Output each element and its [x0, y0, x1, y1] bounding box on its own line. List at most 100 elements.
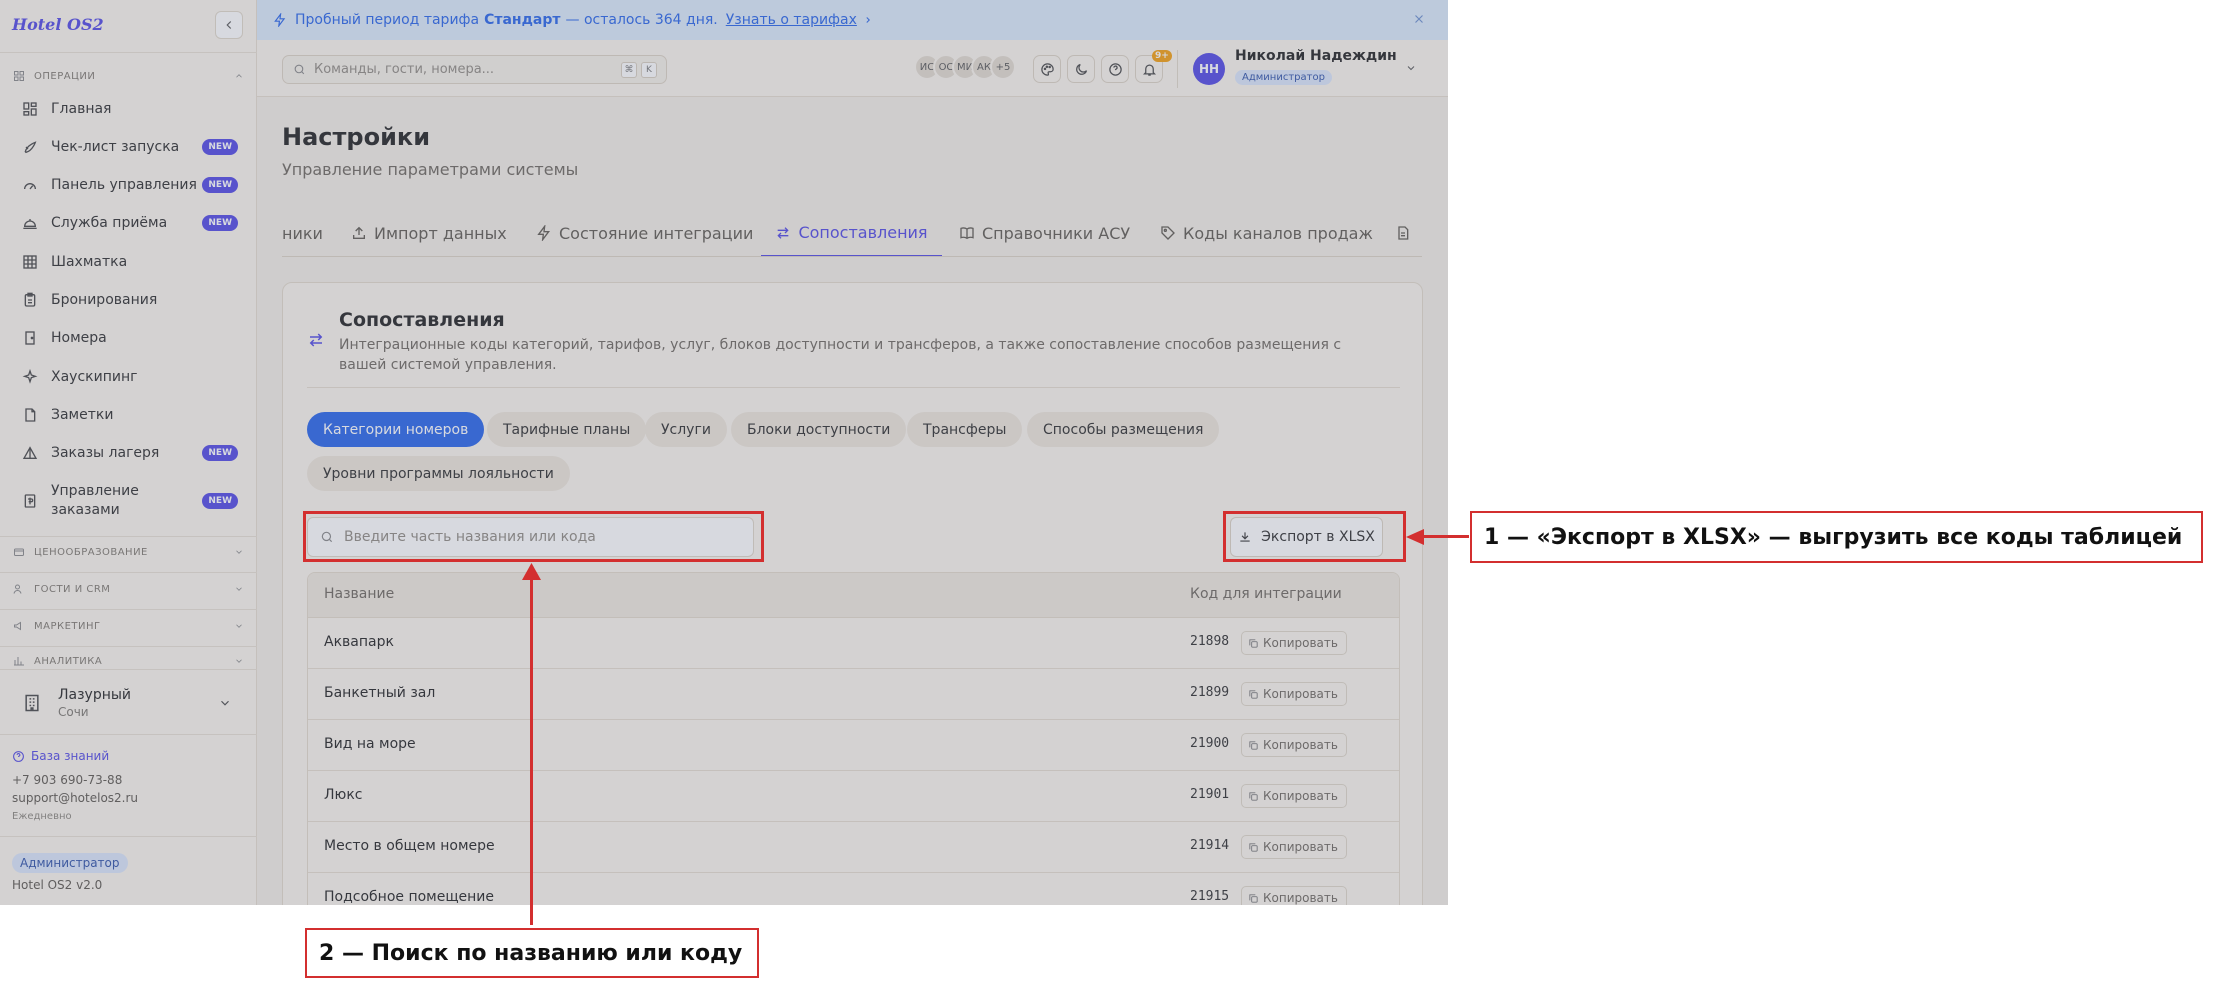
table-row: Аквапарк 21898 Копировать	[308, 618, 1399, 669]
new-badge: NEW	[202, 445, 238, 461]
section-analytics[interactable]: АНАЛИТИКА	[12, 654, 244, 668]
mappings-card: Сопоставления Интеграционные коды катего…	[282, 282, 1423, 905]
hotel-switcher[interactable]: Лазурный Сочи	[12, 680, 244, 726]
online-users[interactable]: ИС ОС МИ АК +5	[914, 54, 1016, 80]
sidebar-item-housekeeping[interactable]: Хаускипинг	[12, 362, 244, 392]
copy-button[interactable]: Копировать	[1241, 835, 1347, 859]
sidebar-item-camp-orders[interactable]: Заказы лагеря NEW	[12, 438, 244, 468]
copy-button[interactable]: Копировать	[1241, 733, 1347, 757]
arrow-left-icon	[1406, 529, 1424, 545]
command-search[interactable]: Команды, гости, номера... ⌘ K	[282, 55, 667, 84]
row-code: 21900	[1190, 736, 1230, 751]
knowledge-base-link[interactable]: База знаний	[12, 749, 109, 763]
new-badge: NEW	[202, 177, 238, 193]
sidebar-item-label: Номера	[51, 329, 107, 346]
sidebar-item-chessboard[interactable]: Шахматка	[12, 247, 244, 277]
hotel-city: Сочи	[58, 705, 89, 719]
app-version: Hotel OS2 v2.0	[12, 878, 103, 892]
copy-button[interactable]: Копировать	[1241, 886, 1347, 905]
new-badge: NEW	[202, 493, 238, 509]
tab-integration-status[interactable]: Состояние интеграции	[536, 210, 753, 256]
row-code: 21915	[1190, 889, 1230, 904]
chevron-up-icon	[234, 71, 244, 81]
tab-sales-channel-codes[interactable]: Коды каналов продаж	[1160, 210, 1373, 256]
sidebar-item-label: Главная	[51, 100, 112, 117]
chip-rate-plans[interactable]: Тарифные планы	[487, 412, 647, 447]
chip-transfers[interactable]: Трансферы	[907, 412, 1023, 447]
row-name: Подсобное помещение	[324, 889, 495, 905]
section-guests-crm[interactable]: ГОСТИ И CRM	[12, 580, 244, 598]
close-icon[interactable]	[1412, 12, 1426, 26]
page-subtitle: Управление параметрами системы	[282, 160, 579, 179]
avatar[interactable]: НН	[1193, 53, 1225, 85]
dark-mode-button[interactable]	[1067, 55, 1095, 83]
column-code-header: Код для интеграции	[1190, 586, 1342, 602]
sidebar-item-bookings[interactable]: Бронирования	[12, 285, 244, 315]
chip-services[interactable]: Услуги	[645, 412, 727, 447]
row-code: 21901	[1190, 787, 1230, 802]
support-phone[interactable]: +7 903 690-73-88	[12, 773, 122, 787]
wallet-icon	[12, 545, 26, 559]
tab-references-truncated[interactable]: ники	[282, 210, 323, 256]
collapse-sidebar-button[interactable]	[215, 11, 243, 39]
copy-icon	[1249, 893, 1258, 903]
brand-logo[interactable]: Hotel OS2	[12, 15, 104, 34]
notifications-button[interactable]: 9+	[1135, 50, 1172, 83]
users-icon	[12, 582, 26, 596]
chip-accommodation-types[interactable]: Способы размещения	[1027, 412, 1220, 447]
sidebar-item-label: Заказы лагеря	[51, 444, 160, 461]
search-highlight-box	[303, 511, 764, 562]
copy-label: Копировать	[1263, 687, 1338, 701]
tab-import[interactable]: Импорт данных	[351, 210, 507, 256]
chevron-down-icon	[218, 696, 232, 710]
divider	[0, 669, 257, 670]
section-operations[interactable]: ОПЕРАЦИИ	[12, 67, 244, 85]
chip-availability-blocks[interactable]: Блоки доступности	[731, 412, 907, 447]
more-users-count[interactable]: +5	[990, 54, 1016, 80]
table-row: Банкетный зал 21899 Копировать	[308, 669, 1399, 720]
row-name: Люкс	[324, 787, 363, 803]
copy-button[interactable]: Копировать	[1241, 784, 1347, 808]
section-marketing[interactable]: МАРКЕТИНГ	[12, 617, 244, 635]
column-name-header: Название	[324, 586, 395, 602]
chevron-right-icon	[866, 17, 870, 23]
sidebar-item-front-desk[interactable]: Служба приёма NEW	[12, 208, 244, 238]
sidebar-item-rooms[interactable]: Номера	[12, 323, 244, 353]
sidebar-item-order-management[interactable]: Управление заказами NEW	[12, 480, 244, 522]
theme-palette-button[interactable]	[1033, 55, 1061, 83]
mappings-table: Название Код для интеграции Аквапарк 218…	[307, 572, 1400, 905]
door-icon	[20, 328, 40, 348]
chevron-down-icon[interactable]	[1405, 62, 1417, 74]
divider	[0, 836, 257, 837]
sidebar-item-label: Служба приёма	[51, 214, 168, 231]
bell-service-icon	[20, 213, 40, 233]
sidebar-item-launch-checklist[interactable]: Чек-лист запуска NEW	[12, 132, 244, 162]
chip-room-categories[interactable]: Категории номеров	[307, 412, 485, 447]
copy-label: Копировать	[1263, 789, 1338, 803]
section-pricing[interactable]: ЦЕНООБРАЗОВАНИЕ	[12, 543, 244, 561]
zap-icon	[537, 225, 550, 241]
table-row: Подсобное помещение 21915 Копировать	[308, 873, 1399, 905]
support-email[interactable]: support@hotelos2.ru	[12, 791, 138, 805]
pricing-link[interactable]: Узнать о тарифах	[726, 12, 857, 28]
copy-button[interactable]: Копировать	[1241, 682, 1347, 706]
copy-label: Копировать	[1263, 891, 1338, 905]
tab-asu-references[interactable]: Справочники АСУ	[959, 210, 1130, 256]
sidebar-item-home[interactable]: Главная	[12, 94, 244, 124]
role-badge: Администратор	[12, 853, 128, 873]
copy-button[interactable]: Копировать	[1241, 631, 1347, 655]
notification-count-badge: 9+	[1152, 50, 1172, 62]
sidebar-item-notes[interactable]: Заметки	[12, 400, 244, 430]
divider	[0, 572, 257, 573]
section-label: МАРКЕТИНГ	[34, 620, 101, 632]
clipboard-icon	[20, 290, 40, 310]
user-name[interactable]: Николай Надеждин	[1235, 48, 1397, 64]
chip-loyalty-levels[interactable]: Уровни программы лояльности	[307, 456, 570, 491]
tab-more[interactable]	[1395, 210, 1418, 256]
sidebar-item-dashboard[interactable]: Панель управления NEW	[12, 170, 244, 200]
tab-mappings[interactable]: Сопоставления	[761, 210, 942, 256]
row-code: 21914	[1190, 838, 1230, 853]
help-button[interactable]	[1101, 55, 1129, 83]
card-description: Интеграционные коды категорий, тарифов, …	[339, 337, 1342, 373]
callout-export: 1 — «Экспорт в XLSX» — выгрузить все код…	[1470, 511, 2203, 563]
